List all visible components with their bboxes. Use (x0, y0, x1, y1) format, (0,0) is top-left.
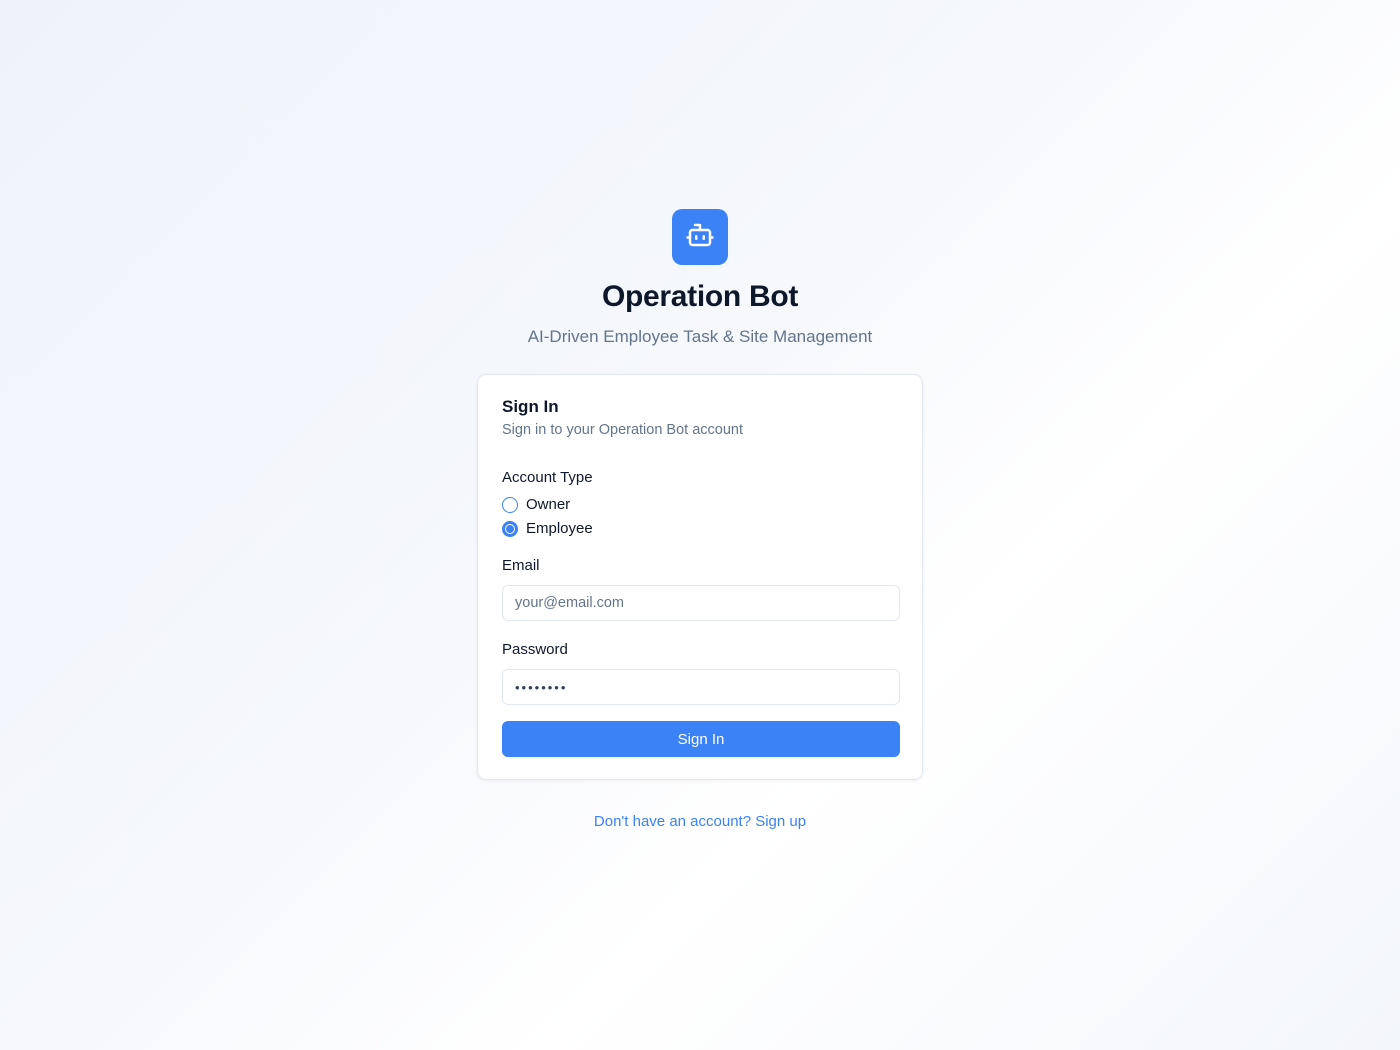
radio-employee[interactable]: Employee (502, 520, 593, 537)
sign-in-card: Sign In Sign in to your Operation Bot ac… (477, 374, 923, 780)
radio-owner-label: Owner (526, 496, 571, 513)
radio-employee-label: Employee (526, 520, 593, 537)
password-field[interactable] (502, 669, 900, 705)
email-label: Email (502, 557, 540, 574)
sign-up-link[interactable]: Don't have an account? Sign up (0, 813, 1400, 830)
login-page: Operation Bot AI-Driven Employee Task & … (0, 0, 1400, 1050)
account-type-label: Account Type (502, 469, 593, 486)
sign-in-button[interactable]: Sign In (502, 721, 900, 757)
radio-owner[interactable]: Owner (502, 496, 570, 513)
app-logo (672, 209, 728, 265)
app-title: Operation Bot (601, 280, 799, 313)
card-title: Sign In (502, 397, 559, 416)
radio-owner-circle[interactable] (502, 496, 518, 513)
card-description: Sign in to your Operation Bot account (502, 422, 744, 438)
bot-icon (685, 220, 715, 255)
password-label: Password (502, 641, 568, 658)
email-field[interactable] (502, 585, 900, 621)
app-subtitle: AI-Driven Employee Task & Site Managemen… (527, 327, 873, 346)
radio-employee-circle[interactable] (502, 520, 518, 537)
